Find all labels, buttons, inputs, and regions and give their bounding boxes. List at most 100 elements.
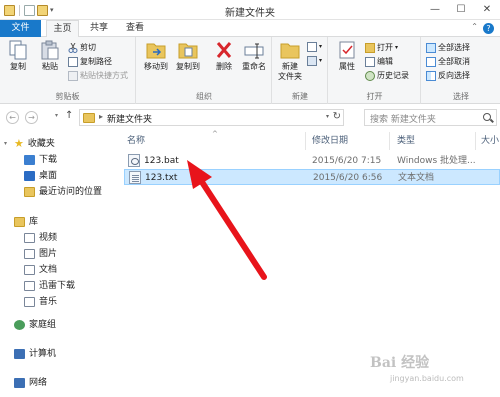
history-button[interactable]: 历史记录	[365, 70, 409, 82]
thunder-download-icon	[24, 281, 35, 291]
tab-file[interactable]: 文件	[0, 20, 41, 37]
forward-button[interactable]: →	[25, 111, 38, 124]
copy-path-icon	[68, 57, 78, 67]
new-folder-label: 新建 文件夹	[278, 62, 302, 81]
nav-music[interactable]: 音乐	[24, 295, 57, 309]
paste-shortcut-button[interactable]: 粘贴快捷方式	[68, 70, 128, 82]
delete-label: 删除	[216, 62, 232, 71]
music-library-icon	[24, 297, 35, 307]
breadcrumb-current[interactable]: 新建文件夹	[107, 112, 152, 125]
copy-to-label: 复制到	[176, 62, 200, 71]
column-header-size[interactable]: 大小	[481, 134, 499, 148]
new-item-dropdown-icon: ▾	[319, 43, 323, 50]
copy-path-label: 复制路径	[80, 57, 112, 66]
nav-libraries[interactable]: 库	[4, 215, 38, 229]
copy-to-button[interactable]: 复制到	[173, 40, 203, 72]
search-input[interactable]: 搜索 新建文件夹	[364, 109, 497, 126]
address-history-dropdown-icon[interactable]: ▾	[326, 113, 329, 120]
nav-homegroup[interactable]: 家庭组	[4, 318, 56, 332]
breadcrumb-separator: ▸	[99, 112, 104, 121]
rename-button[interactable]: 重命名	[239, 40, 269, 72]
easy-access-button[interactable]: ▾	[307, 55, 322, 67]
ribbon: 复制 粘贴 剪切 复制路径 粘贴快捷方式 剪贴板 移动到 复制到 删除 重命名 …	[0, 37, 500, 104]
file-name: 123.txt	[145, 173, 178, 183]
edit-button[interactable]: 编辑	[365, 56, 393, 68]
nav-videos[interactable]: 视频	[24, 231, 57, 245]
copy-button[interactable]: 复制	[3, 40, 33, 72]
nav-favorites[interactable]: ▾ ★ 收藏夹	[4, 137, 55, 151]
file-row[interactable]: 123.bat 2015/6/20 7:15 Windows 批处理...	[124, 153, 500, 169]
nav-pictures[interactable]: 图片	[24, 247, 57, 261]
clipboard-group-label: 剪贴板	[55, 92, 80, 101]
properties-label: 属性	[339, 62, 355, 71]
help-icon[interactable]: ?	[483, 23, 494, 34]
file-row[interactable]: 123.txt 2015/6/20 6:56 文本文档	[124, 169, 500, 185]
open-group-label: 打开	[366, 92, 383, 101]
nav-favorites-label: 收藏夹	[27, 139, 55, 149]
refresh-icon[interactable]: ↻	[333, 111, 341, 122]
nav-network[interactable]: 网络	[4, 376, 47, 390]
text-file-icon	[129, 171, 141, 184]
paste-button[interactable]: 粘贴	[35, 40, 65, 72]
paste-shortcut-label: 粘贴快捷方式	[80, 71, 128, 80]
organize-group: 移动到 复制到 删除 重命名 组织	[137, 37, 272, 104]
address-bar[interactable]: ▸ 新建文件夹 ▾ ↻	[79, 109, 344, 126]
move-to-button[interactable]: 移动到	[141, 40, 171, 72]
nav-network-label: 网络	[29, 378, 48, 388]
back-button[interactable]: ←	[6, 111, 19, 124]
paste-icon	[39, 40, 61, 60]
select-none-button[interactable]: 全部取消	[426, 56, 470, 68]
column-header-type[interactable]: 类型	[397, 134, 415, 148]
nav-music-label: 音乐	[39, 297, 58, 307]
tab-view[interactable]: 查看	[120, 20, 150, 37]
nav-computer[interactable]: 计算机	[4, 347, 56, 361]
watermark: Bai 经验 jingyan.baidu.com	[370, 352, 495, 392]
nav-thunder-downloads[interactable]: 迅雷下载	[24, 279, 75, 293]
new-item-button[interactable]: ▾	[307, 41, 322, 53]
up-arrow-icon[interactable]: ↑	[65, 110, 73, 121]
tab-home[interactable]: 主页	[46, 20, 79, 38]
nav-desktop[interactable]: 桌面	[24, 169, 57, 183]
cut-button[interactable]: 剪切	[68, 42, 96, 54]
tab-share[interactable]: 共享	[84, 20, 114, 37]
column-header-name[interactable]: 名称	[127, 134, 145, 148]
new-folder-button[interactable]: 新建 文件夹	[275, 40, 305, 82]
address-row: ← → ▾ ↑ ▸ 新建文件夹 ▾ ↻ 搜索 新建文件夹	[0, 105, 500, 129]
edit-icon	[365, 57, 375, 67]
properties-button[interactable]: 属性	[332, 40, 362, 72]
delete-icon	[213, 40, 235, 60]
maximize-button[interactable]: ☐	[448, 0, 474, 20]
collapse-ribbon-icon[interactable]: ⌃	[471, 22, 478, 31]
close-button[interactable]: ✕	[474, 0, 500, 20]
history-label: 历史记录	[377, 71, 409, 80]
easy-access-icon	[307, 56, 317, 66]
select-all-button[interactable]: 全部选择	[426, 42, 470, 54]
open-label: 打开	[377, 43, 393, 52]
scissors-icon	[68, 42, 78, 53]
nav-documents[interactable]: 文档	[24, 263, 57, 277]
new-item-icon	[307, 42, 317, 52]
clipboard-group: 复制 粘贴 剪切 复制路径 粘贴快捷方式 剪贴板	[0, 37, 136, 104]
cut-label: 剪切	[80, 43, 96, 52]
open-button[interactable]: 打开 ▾	[365, 42, 398, 54]
copy-path-button[interactable]: 复制路径	[68, 56, 112, 68]
watermark-url: jingyan.baidu.com	[390, 374, 464, 383]
select-all-label: 全部选择	[438, 43, 470, 52]
nav-videos-label: 视频	[39, 233, 58, 243]
delete-button[interactable]: 删除	[209, 40, 239, 72]
nav-downloads[interactable]: 下载	[24, 153, 57, 167]
nav-thunder-label: 迅雷下载	[39, 281, 76, 291]
column-divider[interactable]	[389, 132, 390, 150]
recent-locations-dropdown-icon[interactable]: ▾	[55, 112, 58, 119]
rename-icon	[243, 40, 265, 60]
sort-ascending-icon: ^	[212, 130, 218, 138]
column-divider[interactable]	[475, 132, 476, 150]
column-header-date[interactable]: 修改日期	[312, 134, 348, 148]
nav-recent[interactable]: 最近访问的位置	[24, 185, 102, 199]
download-folder-icon	[24, 155, 35, 165]
pictures-library-icon	[24, 249, 35, 259]
column-divider[interactable]	[305, 132, 306, 150]
minimize-button[interactable]: —	[422, 0, 448, 20]
expander-icon[interactable]: ▾	[4, 137, 10, 151]
invert-selection-button[interactable]: 反向选择	[426, 70, 470, 82]
